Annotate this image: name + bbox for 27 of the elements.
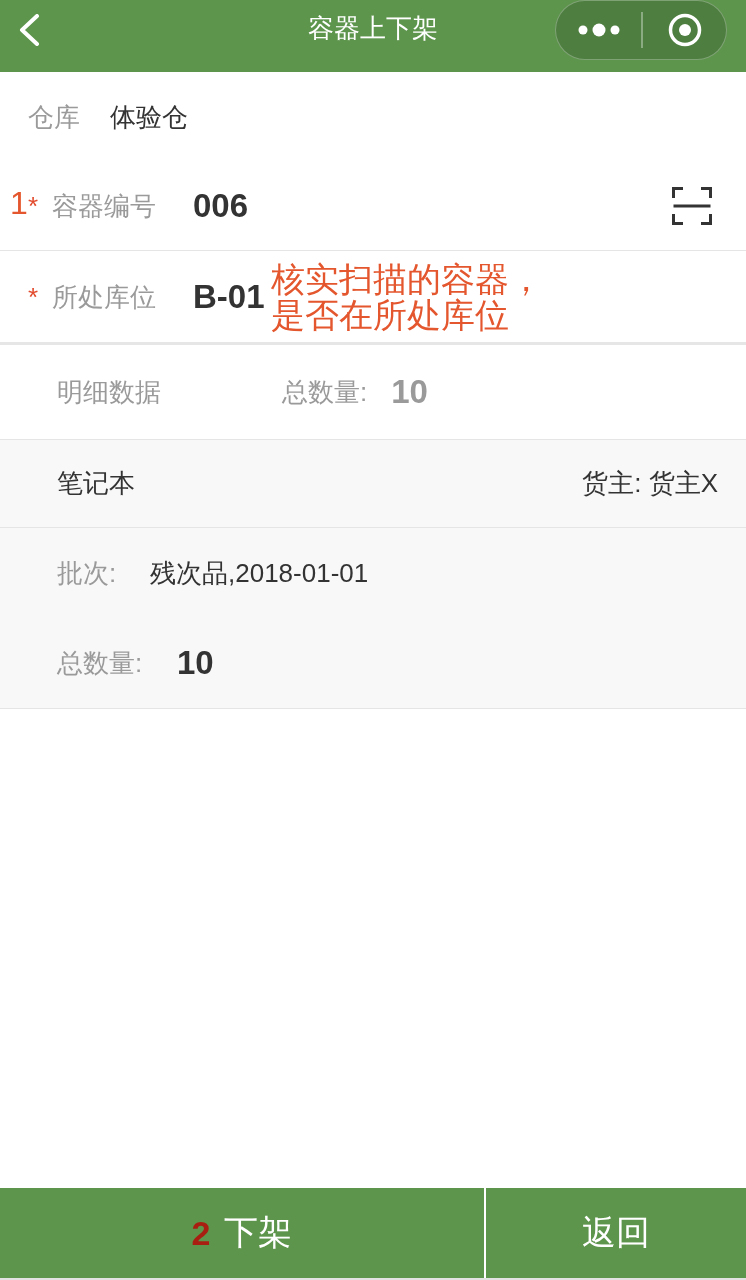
total-label: 总数量: [282, 375, 368, 409]
submit-button[interactable]: 2 下架 [0, 1188, 484, 1278]
quantity-value: 10 [177, 644, 214, 682]
quantity-label: 总数量: [57, 646, 143, 680]
batch-value: 残次品,2018-01-01 [150, 556, 369, 590]
section-title: 明细数据 [57, 375, 161, 409]
target-icon[interactable] [667, 13, 702, 47]
annotation-number: 1 [10, 186, 28, 220]
total-value: 10 [391, 373, 428, 411]
more-icon[interactable] [578, 23, 620, 37]
owner-text: 货主: 货主X [582, 467, 718, 500]
product-name: 笔记本 [57, 467, 135, 500]
scan-icon[interactable] [672, 187, 712, 225]
required-mark: * [28, 191, 39, 221]
batch-label: 批次: [57, 556, 117, 590]
input-field[interactable]: 006 [193, 187, 249, 225]
field-value: 体验仓 [110, 101, 188, 133]
annotation-number: 2 [191, 1213, 211, 1253]
page-title: 容器上下架 [307, 12, 438, 45]
back-icon[interactable] [18, 14, 40, 46]
field-label: 容器编号 [52, 190, 156, 222]
field-label: 仓库 [28, 101, 80, 133]
field-label: 所处库位 [52, 280, 156, 313]
input-field[interactable]: B-01 [193, 277, 265, 316]
annotation-note: 核实扫描的容器，是否在所处库位 [270, 260, 543, 333]
required-mark: * [28, 281, 39, 312]
return-button[interactable]: 返回 [486, 1188, 746, 1278]
